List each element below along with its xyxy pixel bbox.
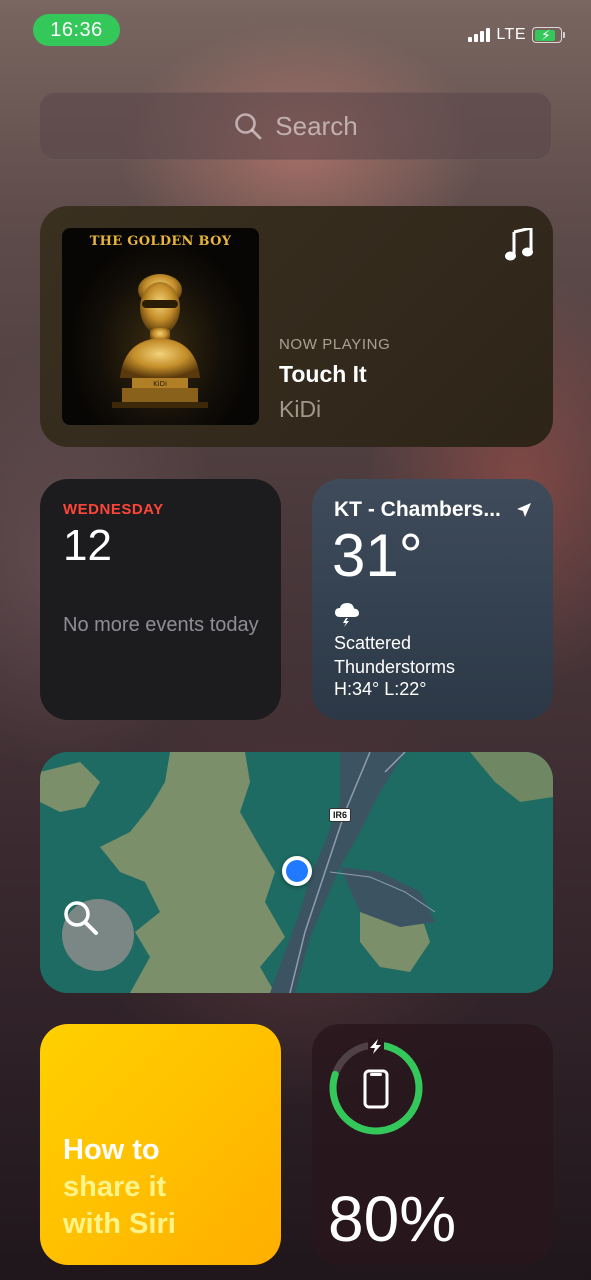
battery-icon: ⚡ [532, 27, 562, 43]
charging-bolt-icon [368, 1038, 384, 1054]
search-icon [64, 901, 98, 935]
siri-tip-line1: How to [63, 1134, 160, 1166]
calendar-events-text: No more events today [63, 614, 259, 636]
map-search-button[interactable] [62, 899, 134, 971]
charging-bolt-icon: ⚡ [541, 27, 551, 43]
search-bar[interactable]: Search [39, 92, 552, 160]
song-title: Touch It [279, 361, 367, 387]
battery-ring [329, 1038, 423, 1135]
album-artist-badge: KiDi [153, 380, 167, 388]
status-time[interactable]: 16:36 [33, 14, 120, 46]
calendar-date: 12 [63, 521, 112, 570]
road-shield-label: IR6 [329, 808, 351, 822]
weather-condition-line1: Scattered [334, 633, 412, 653]
music-note-icon [505, 226, 533, 268]
weather-location: KT - Chambers... [334, 498, 501, 521]
weather-temperature: 31° [332, 522, 423, 589]
cellular-signal-icon [468, 28, 491, 42]
search-icon [235, 113, 262, 140]
weather-condition: Scattered Thunderstorms [334, 631, 544, 679]
battery-tip [563, 32, 565, 38]
iphone-icon [363, 1069, 389, 1109]
calendar-widget[interactable]: WEDNESDAY 12 No more events today [40, 479, 281, 720]
weather-widget[interactable]: KT - Chambers... 31° Scattered Thunderst… [312, 479, 553, 720]
siri-suggestions-widget[interactable]: How to share it with Siri [40, 1024, 281, 1265]
batteries-widget[interactable]: 80% [312, 1024, 553, 1265]
golden-bust-image: KiDi [112, 274, 208, 408]
siri-tip-line3: with Siri [63, 1208, 176, 1240]
network-type: LTE [496, 26, 526, 43]
siri-tip-text: How to share it with Siri [63, 1132, 176, 1243]
calendar-weekday: WEDNESDAY [63, 501, 164, 518]
location-arrow-icon [517, 503, 531, 517]
weather-high-low: H:34° L:22° [334, 679, 427, 699]
album-artwork[interactable]: THE GOLDEN BOY KiDi [62, 228, 259, 425]
music-widget[interactable]: THE GOLDEN BOY KiDi NOW PLAYING Touch It… [40, 206, 553, 447]
status-indicators: LTE ⚡ [468, 24, 565, 46]
search-placeholder: Search [275, 110, 358, 141]
now-playing-label: NOW PLAYING [279, 336, 391, 353]
current-location-dot [282, 856, 312, 886]
siri-tip-line2: share it [63, 1171, 167, 1203]
artist-name: KiDi [279, 396, 322, 422]
map-widget[interactable]: IR6 [40, 752, 553, 993]
battery-percentage: 80% [328, 1183, 457, 1255]
weather-condition-line2: Thunderstorms [334, 657, 456, 677]
thunderstorm-cloud-icon [335, 603, 359, 627]
